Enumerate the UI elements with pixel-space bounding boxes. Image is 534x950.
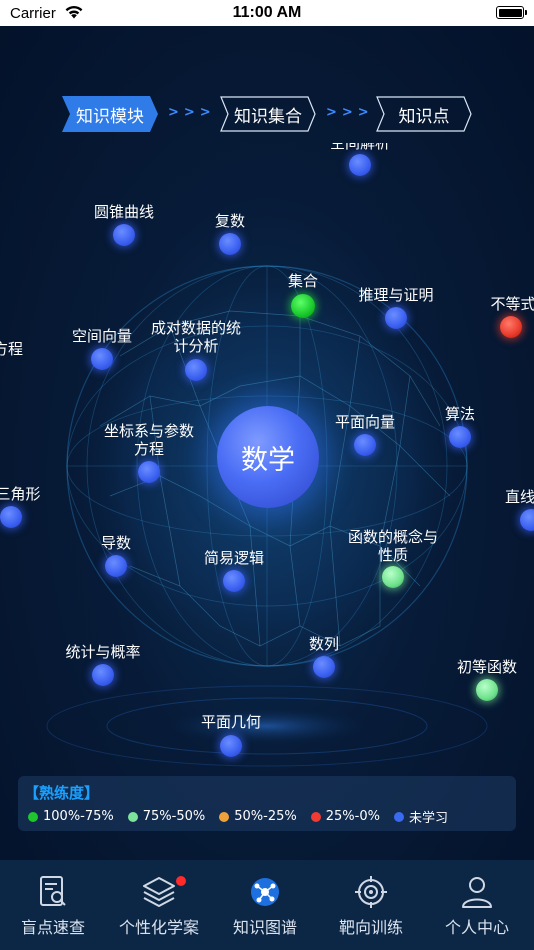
- breadcrumb-separator-2: >>>: [326, 105, 374, 120]
- node-label: 不等式: [490, 295, 534, 313]
- breadcrumb-separator-1: >>>: [168, 105, 216, 120]
- legend-title: 【熟练度】: [24, 784, 100, 802]
- legend-item: 25%-0%: [310, 807, 380, 826]
- legend-item: 50%-25%: [219, 807, 297, 826]
- node-dot: [449, 426, 471, 448]
- breadcrumb-knowledge-module[interactable]: 知识模块: [62, 96, 158, 132]
- node-label: 导数: [100, 534, 132, 552]
- node-label: 方程: [133, 440, 165, 458]
- node-dot: [220, 735, 242, 757]
- node-label: 成对数据的统: [150, 319, 242, 337]
- node-dot: [0, 506, 22, 528]
- battery-icon: [496, 6, 527, 19]
- node-dot: [91, 348, 113, 370]
- node-dot: [500, 316, 522, 338]
- legend-swatch: [310, 811, 321, 822]
- node-dot: [349, 154, 371, 176]
- node-label: 集合: [287, 272, 319, 290]
- tab-label: 个人中心: [444, 918, 509, 937]
- legend-item: 未学习: [393, 807, 448, 826]
- tab-personalized-plan[interactable]: 个性化学案: [106, 860, 212, 950]
- proficiency-legend: 【熟练度】 100%-75% 75%-50% 50%-25% 25%-0% 未学…: [18, 776, 516, 831]
- node-label: 统计与概率: [65, 643, 141, 661]
- tab-knowledge-graph[interactable]: 知识图谱: [212, 860, 318, 950]
- node-dot: [138, 461, 160, 483]
- breadcrumb-knowledge-set[interactable]: 知识集合: [220, 96, 316, 132]
- legend-items: 100%-75% 75%-50% 50%-25% 25%-0% 未学习: [28, 807, 462, 826]
- user-icon: [462, 877, 492, 908]
- notification-badge: [176, 876, 186, 886]
- node-label: 平面向量: [334, 413, 396, 431]
- node-label: 数列: [308, 635, 340, 653]
- tab-label: 靶向训练: [338, 918, 403, 937]
- node-dot: [219, 233, 241, 255]
- node-label: 复数: [214, 212, 246, 230]
- tab-label: 个性化学案: [118, 918, 199, 937]
- node-dot: [313, 656, 335, 678]
- layers-icon: [143, 877, 175, 907]
- node-dot: [92, 664, 114, 686]
- node-dot: [385, 307, 407, 329]
- node-dot: [382, 566, 404, 588]
- legend-item: 100%-75%: [28, 807, 114, 826]
- legend-swatch: [219, 811, 230, 822]
- node-label: 算法: [444, 405, 476, 423]
- legend-item: 75%-50%: [127, 807, 205, 826]
- node-label: 性质: [377, 546, 409, 564]
- tab-blind-spot-check[interactable]: 盲点速查: [0, 860, 106, 950]
- node-label: 初等函数: [456, 658, 518, 676]
- node-label: 空间向量: [71, 327, 133, 345]
- node-label: 函数的概念与: [347, 528, 439, 546]
- node-label: 计分析: [173, 337, 219, 355]
- node-label: 坐标系与参数: [103, 422, 195, 440]
- knowledge-map-stage: 知识模块 >>> 知识集合 >>> 知识点 数学 空间解析 圆锥曲线 复数 集合…: [0, 26, 534, 860]
- legend-swatch: [127, 811, 138, 822]
- node-dot: [185, 359, 207, 381]
- node-label: 直线: [504, 488, 534, 506]
- knowledge-graph-icon: [251, 878, 279, 906]
- tab-label: 盲点速查: [20, 918, 85, 937]
- breadcrumb: 知识模块 >>> 知识集合 >>> 知识点: [0, 96, 534, 132]
- clock: 11:00 AM: [232, 4, 302, 21]
- node-dot: [223, 570, 245, 592]
- tab-targeted-training[interactable]: 靶向训练: [318, 860, 424, 950]
- node-dot: [291, 294, 315, 318]
- breadcrumb-knowledge-point[interactable]: 知识点: [376, 96, 472, 132]
- tab-label: 知识图谱: [232, 918, 297, 937]
- node-label: 方程: [0, 340, 24, 358]
- legend-swatch: [28, 811, 38, 822]
- legend-swatch: [393, 811, 404, 822]
- status-bar: Carrier 11:00 AM: [0, 0, 534, 26]
- target-icon: [355, 876, 387, 908]
- node-dot: [476, 679, 498, 701]
- bottom-tab-bar: 盲点速查 个性化学案 知识图谱 靶向训练 个人中心: [0, 860, 534, 950]
- node-label: 推理与证明: [358, 286, 434, 304]
- node-label: 圆锥曲线: [93, 203, 155, 221]
- tab-personal-center[interactable]: 个人中心: [424, 860, 530, 950]
- subject-center-math[interactable]: 数学: [217, 406, 319, 508]
- node-dot: [105, 555, 127, 577]
- node-label: 平面几何: [200, 713, 262, 731]
- node-dot: [113, 224, 135, 246]
- node-label: 三角形: [0, 485, 41, 503]
- search-document-icon: [40, 876, 66, 906]
- node-dot: [354, 434, 376, 456]
- node-label: 简易逻辑: [203, 549, 265, 567]
